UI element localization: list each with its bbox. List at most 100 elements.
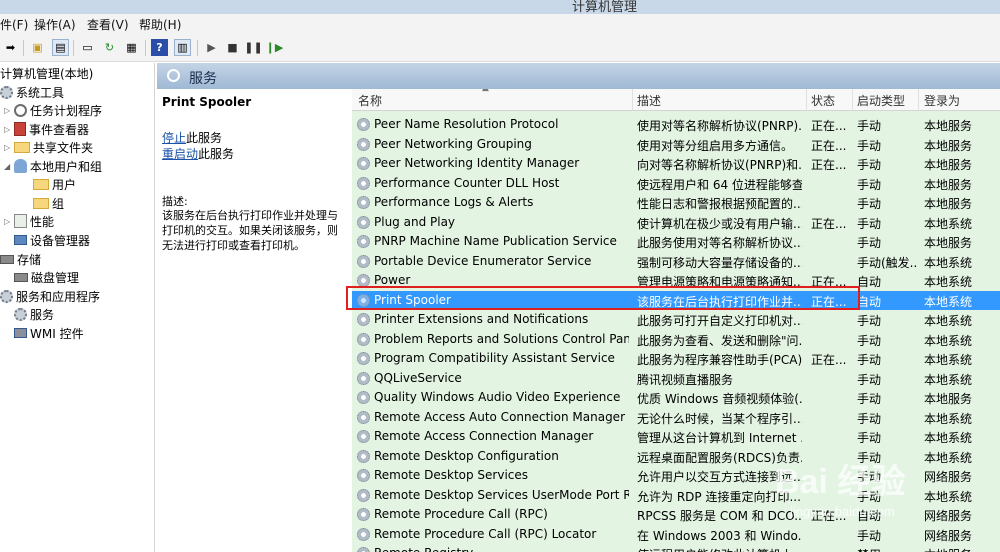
- tree-item-groups[interactable]: 组: [33, 194, 64, 212]
- selected-service-name: Print Spooler: [162, 95, 252, 109]
- service-row[interactable]: Remote Access Auto Connection Manager 无论什…: [352, 408, 1000, 428]
- start-service-icon[interactable]: ▶: [203, 39, 220, 56]
- tree-item-disk-management[interactable]: 磁盘管理: [14, 268, 79, 286]
- tree-item-wmi[interactable]: WMI 控件: [14, 324, 84, 342]
- service-logon-as: 本地系统: [924, 372, 973, 387]
- menu-view[interactable]: 查看(V): [87, 16, 129, 33]
- service-logon-as: 本地服务: [924, 138, 973, 153]
- service-row[interactable]: Remote Procedure Call (RPC) RPCSS 服务是 COM…: [352, 505, 1000, 525]
- service-row[interactable]: Portable Device Enumerator Service 强制可移动大…: [352, 252, 1000, 272]
- menu-file[interactable]: 件(F): [0, 16, 28, 33]
- service-row[interactable]: Remote Registry 使远程用户能修改此计算机上... 禁用 本地服务: [352, 544, 1000, 552]
- service-row[interactable]: Remote Desktop Services UserMode Port Re…: [352, 486, 1000, 506]
- service-row[interactable]: Program Compatibility Assistant Service 此…: [352, 349, 1000, 369]
- tree-item-storage[interactable]: 存储: [0, 250, 41, 268]
- pause-service-icon[interactable]: ❚❚: [244, 39, 262, 56]
- service-row[interactable]: Plug and Play 使计算机在极少或没有用户输... 正在... 手动 本地系统: [352, 213, 1000, 233]
- show-action-pane-icon[interactable]: ▥: [174, 39, 191, 56]
- expand-arrow-icon[interactable]: ▷: [4, 106, 14, 115]
- expand-arrow-icon[interactable]: ▷: [4, 217, 14, 226]
- service-status: 正在...: [811, 158, 847, 172]
- tree-item-services[interactable]: 服务: [14, 305, 54, 323]
- restart-link[interactable]: 重启动: [162, 147, 198, 161]
- service-startup-type: 手动: [857, 197, 882, 211]
- shared-folder-icon: [14, 141, 30, 153]
- expand-arrow-icon[interactable]: ▷: [4, 143, 14, 152]
- tree-item-device-manager[interactable]: 设备管理器: [14, 231, 90, 249]
- tree-item-local-users-groups[interactable]: ◢ 本地用户和组: [4, 157, 102, 175]
- service-startup-type: 手动: [857, 411, 882, 426]
- service-row[interactable]: Peer Networking Grouping 使用对等分组启用多方通信。 正在.…: [352, 135, 1000, 155]
- service-logon-as: 本地服务: [924, 392, 973, 406]
- service-status: 正在...: [811, 509, 847, 523]
- service-row[interactable]: Problem Reports and Solutions Control Pa…: [352, 330, 1000, 350]
- service-row[interactable]: Peer Name Resolution Protocol 使用对等名称解析协议(…: [352, 115, 1000, 135]
- menu-action[interactable]: 操作(A): [34, 16, 76, 33]
- service-startup-type: 手动: [857, 333, 882, 348]
- forward-icon[interactable]: ➡: [2, 39, 19, 56]
- service-gear-icon: [357, 215, 370, 229]
- service-logon-as: 本地系统: [924, 314, 973, 328]
- service-row[interactable]: Performance Logs & Alerts 性能日志和警报根据预配置的..…: [352, 193, 1000, 213]
- service-description: 向对等名称解析协议(PNRP)和...: [637, 158, 802, 172]
- column-header-startup[interactable]: 启动类型: [857, 92, 905, 109]
- tree-item-users[interactable]: 用户: [33, 175, 76, 193]
- show-tree-icon[interactable]: ▤: [52, 39, 69, 56]
- service-status: 正在...: [811, 353, 847, 367]
- service-row[interactable]: Quality Windows Audio Video Experience 优质…: [352, 388, 1000, 408]
- export-icon[interactable]: ▦: [123, 39, 140, 56]
- disk-icon: [14, 272, 28, 282]
- service-row[interactable]: Remote Access Connection Manager 管理从这台计算机…: [352, 427, 1000, 447]
- menu-help[interactable]: 帮助(H): [139, 16, 181, 33]
- service-logon-as: 本地系统: [924, 275, 973, 289]
- tree-item-event-viewer[interactable]: ▷ 事件查看器: [4, 120, 89, 138]
- refresh-icon[interactable]: ↻: [101, 39, 118, 56]
- service-row[interactable]: Remote Desktop Configuration 远程桌面配置服务(RDC…: [352, 447, 1000, 467]
- service-row[interactable]: Peer Networking Identity Manager 向对等名称解析协…: [352, 154, 1000, 174]
- service-name: Remote Access Auto Connection Manager: [374, 409, 625, 424]
- service-startup-type: 手动: [857, 528, 882, 543]
- service-name: Quality Windows Audio Video Experience: [374, 390, 621, 404]
- tree-item-computer-management[interactable]: 计算机管理(本地): [0, 64, 93, 82]
- expand-arrow-icon[interactable]: ▷: [4, 125, 14, 134]
- service-logon-as: 本地系统: [924, 216, 973, 231]
- stop-service-icon[interactable]: ■: [224, 39, 241, 56]
- service-logon-as: 本地服务: [924, 546, 996, 552]
- stop-suffix: 此服务: [186, 131, 223, 145]
- service-startup-type: 手动: [857, 138, 882, 153]
- stop-link[interactable]: 停止: [162, 131, 186, 145]
- service-logon-as: 网络服务: [924, 509, 973, 523]
- tree-item-system-tools[interactable]: 系统工具: [0, 83, 64, 101]
- tree-item-task-scheduler[interactable]: ▷ 任务计划程序: [4, 101, 102, 119]
- event-viewer-icon: [14, 122, 26, 136]
- service-gear-icon: [357, 137, 370, 151]
- service-row[interactable]: Remote Desktop Services 允许用户以交互方式连接到远... 手…: [352, 466, 1000, 486]
- service-logon-as: 本地服务: [924, 158, 973, 172]
- service-row[interactable]: PNRP Machine Name Publication Service 此服务…: [352, 232, 1000, 252]
- service-row[interactable]: Print Spooler 该服务在后台执行打印作业并... 正在... 自动 本地系统: [352, 290, 1000, 310]
- help-icon[interactable]: ?: [151, 39, 168, 56]
- column-header-description[interactable]: 描述: [637, 92, 661, 109]
- service-gear-icon: [357, 449, 370, 463]
- column-header-logon[interactable]: 登录为: [924, 92, 960, 109]
- service-row[interactable]: QQLiveService 腾讯视频直播服务 手动 本地系统: [352, 369, 1000, 389]
- column-header-status[interactable]: 状态: [811, 92, 835, 109]
- service-gear-icon: [357, 410, 370, 424]
- restart-service-icon[interactable]: ❙▶: [266, 39, 284, 56]
- tree-item-performance[interactable]: ▷ 性能: [4, 212, 54, 230]
- service-startup-type: 手动: [857, 216, 882, 231]
- tree-item-services-apps[interactable]: 服务和应用程序: [0, 287, 100, 305]
- properties-icon[interactable]: ▭: [79, 39, 96, 56]
- service-row[interactable]: Printer Extensions and Notifications 此服务可…: [352, 310, 1000, 330]
- service-row[interactable]: Performance Counter DLL Host 使远程用户和 64 位进…: [352, 174, 1000, 194]
- service-row[interactable]: Power 管理电源策略和电源策略通知... 正在... 自动 本地系统: [352, 271, 1000, 291]
- services-panel: 服务 Print Spooler 停止此服务 重启动此服务 描述: 该服务在后台…: [157, 63, 1000, 552]
- panel-title: 服务: [189, 71, 217, 87]
- collapse-arrow-icon[interactable]: ◢: [4, 162, 14, 171]
- service-row[interactable]: Remote Procedure Call (RPC) Locator 在 Win…: [352, 525, 1000, 545]
- folder-up-icon[interactable]: ▣: [29, 39, 46, 56]
- tree-item-shared-folders[interactable]: ▷ 共享文件夹: [4, 138, 93, 156]
- service-status: 正在...: [811, 216, 847, 231]
- service-startup-type: 手动: [857, 372, 882, 387]
- column-header-name[interactable]: 名称: [358, 92, 382, 109]
